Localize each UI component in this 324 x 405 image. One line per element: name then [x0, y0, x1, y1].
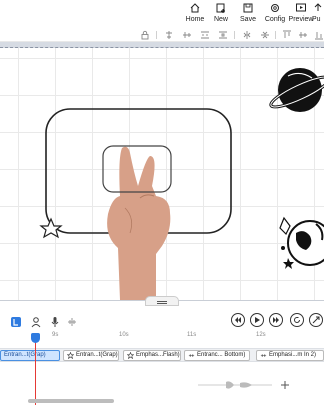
- tick-label: 12s: [256, 332, 266, 338]
- star-icon: [67, 352, 74, 359]
- home-icon: [190, 3, 200, 13]
- flip-vertical-icon[interactable]: [260, 30, 270, 40]
- new-button[interactable]: New: [206, 2, 236, 23]
- align-right-icon[interactable]: [200, 30, 210, 40]
- animation-clip[interactable]: Emphasi...m In 2): [256, 350, 324, 361]
- star-shape[interactable]: [39, 217, 63, 239]
- clip-label: Emphas...Flash): [136, 352, 180, 358]
- save-label: Save: [240, 16, 256, 23]
- zoom-button[interactable]: [309, 313, 323, 327]
- track-icon[interactable]: [10, 316, 22, 328]
- play-button[interactable]: [250, 313, 264, 327]
- home-label: Home: [185, 16, 205, 23]
- playhead-handle[interactable]: [31, 333, 40, 343]
- audio-wave-icon: [260, 354, 267, 357]
- audio-icon[interactable]: [66, 316, 78, 328]
- lock-icon[interactable]: [140, 30, 150, 40]
- rewind-icon: [235, 317, 241, 323]
- align-top-icon[interactable]: [282, 30, 292, 40]
- play-icon: [255, 317, 260, 323]
- new-label: New: [213, 16, 228, 23]
- earth-rocket-sticker[interactable]: [279, 216, 324, 269]
- clip-label: Emphasi...m In 2): [269, 352, 317, 358]
- align-bottom-icon[interactable]: [314, 30, 324, 40]
- star-icon: [127, 352, 134, 359]
- forward-button[interactable]: [269, 313, 283, 327]
- clip-label: Entranc... Bottom): [197, 352, 246, 358]
- flip-horizontal-icon[interactable]: [242, 30, 252, 40]
- clip-label: Entran...t(Grap): [4, 352, 46, 358]
- zoom-icon: [312, 316, 320, 324]
- collapse-handle[interactable]: [145, 296, 179, 306]
- animation-clip[interactable]: Emphas...Flash): [123, 350, 181, 361]
- timeline-scrollbar[interactable]: [28, 399, 114, 403]
- loop-button[interactable]: [290, 313, 304, 327]
- distribute-icon[interactable]: [218, 30, 228, 40]
- planet-sticker[interactable]: [268, 68, 324, 112]
- hand-image[interactable]: [107, 146, 171, 300]
- animation-clip[interactable]: Entranc... Bottom): [184, 350, 250, 361]
- save-button[interactable]: Save: [233, 2, 263, 23]
- align-left-icon[interactable]: [164, 30, 174, 40]
- publish-icon: [314, 3, 322, 11]
- preview-icon: [296, 3, 306, 12]
- slide-canvas[interactable]: [0, 48, 324, 300]
- loop-icon: [294, 317, 300, 323]
- publish-button[interactable]: Pu: [312, 2, 324, 23]
- save-icon: [243, 3, 253, 13]
- config-label: Config: [264, 16, 286, 23]
- rewind-button[interactable]: [231, 313, 245, 327]
- align-toolbar: [0, 28, 324, 42]
- microphone-icon[interactable]: [49, 316, 61, 328]
- align-middle-icon[interactable]: [298, 30, 308, 40]
- clip-label: Entran...t(Grap): [76, 352, 118, 358]
- config-icon: [271, 4, 279, 12]
- top-toolbar: Home New Save Config Preview Pu: [0, 0, 324, 28]
- align-center-icon[interactable]: [182, 30, 192, 40]
- preview-label: Preview: [288, 16, 314, 23]
- audio-wave-icon: [188, 354, 195, 357]
- audio-waveform[interactable]: [196, 378, 272, 392]
- animation-clip[interactable]: Entran...t(Grap): [0, 350, 60, 361]
- tick-label: 9s: [52, 332, 59, 338]
- playhead-line[interactable]: [35, 338, 36, 405]
- publish-label: Pu: [312, 16, 321, 23]
- person-icon[interactable]: [30, 316, 42, 328]
- new-icon: [216, 3, 225, 13]
- tick-label: 10s: [119, 332, 129, 338]
- forward-icon: [273, 317, 279, 323]
- time-ruler[interactable]: 9s 10s 11s 12s: [0, 332, 324, 344]
- animation-clip[interactable]: Entran...t(Grap): [63, 350, 119, 361]
- tick-label: 11s: [187, 332, 197, 338]
- add-track-icon[interactable]: [280, 380, 290, 390]
